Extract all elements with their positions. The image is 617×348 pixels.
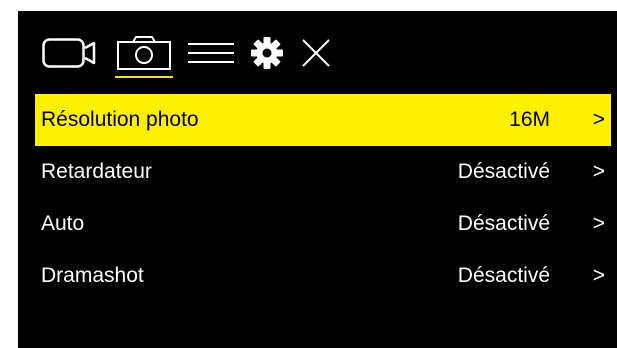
chevron-right-icon: > <box>592 264 605 287</box>
menu-item-value: 16M <box>509 108 550 131</box>
photo-camera-icon[interactable] <box>115 35 173 71</box>
menu-icon[interactable] <box>188 35 234 71</box>
close-icon[interactable] <box>299 35 333 71</box>
top-toolbar <box>18 11 617 93</box>
menu-item-value: Désactivé <box>457 160 550 183</box>
menu-item-label: Dramashot <box>41 264 144 287</box>
menu-item-value: Désactivé <box>457 264 550 287</box>
menu-item-self-timer[interactable]: Retardateur Désactivé > <box>35 146 611 198</box>
chevron-right-icon: > <box>592 212 605 235</box>
camera-settings-screen: Résolution photo 16M > Retardateur Désac… <box>18 11 617 348</box>
menu-item-value: Désactivé <box>457 212 550 235</box>
menu-item-label: Auto <box>41 212 85 235</box>
settings-menu-list: Résolution photo 16M > Retardateur Désac… <box>35 94 611 302</box>
menu-item-dramashot[interactable]: Dramashot Désactivé > <box>35 250 611 302</box>
menu-item-photo-resolution[interactable]: Résolution photo 16M > <box>35 94 611 146</box>
chevron-right-icon: > <box>592 160 605 183</box>
active-tab-indicator <box>115 76 173 78</box>
menu-item-auto[interactable]: Auto Désactivé > <box>35 198 611 250</box>
menu-item-label: Résolution photo <box>41 108 199 131</box>
menu-item-label: Retardateur <box>41 160 152 183</box>
video-camera-icon[interactable] <box>42 35 100 71</box>
gear-icon[interactable] <box>250 35 284 71</box>
chevron-right-icon: > <box>592 108 605 131</box>
